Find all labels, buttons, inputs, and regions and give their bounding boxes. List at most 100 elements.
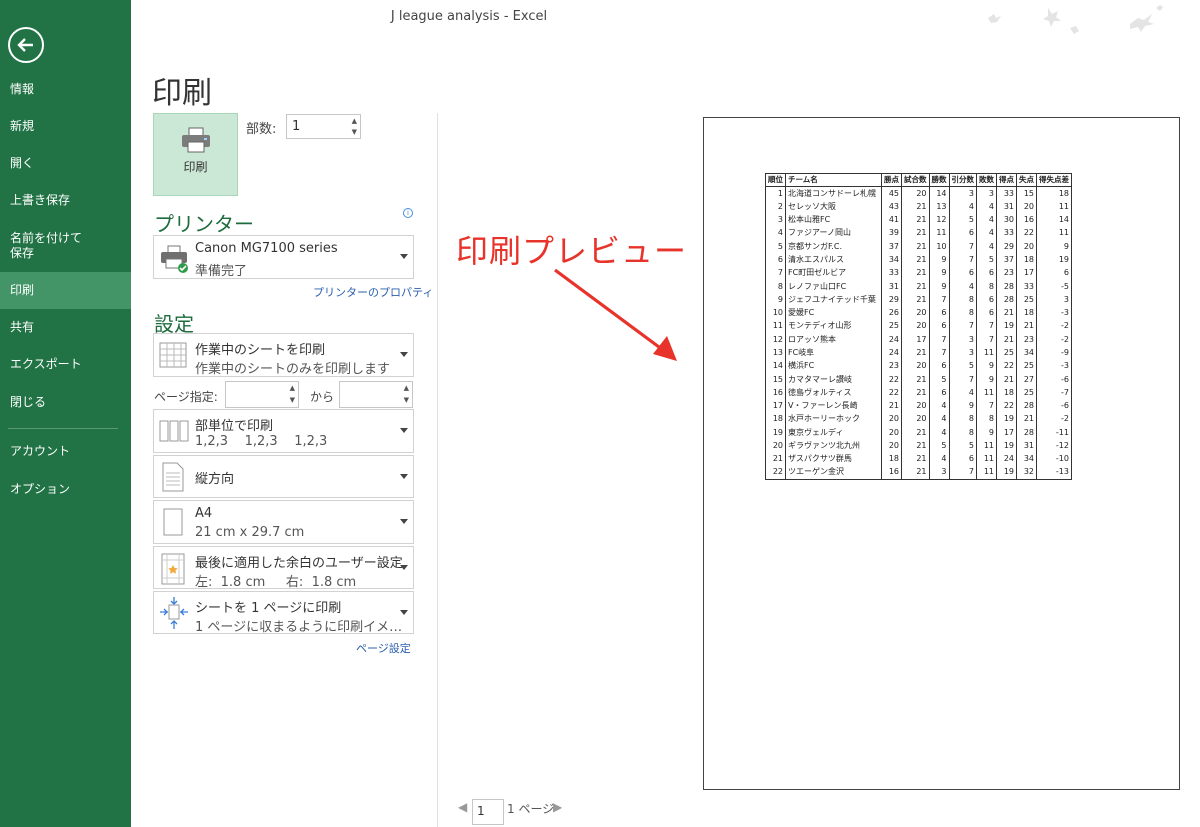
print-scope-main: 作業中のシートを印刷 [195, 343, 326, 358]
chevron-down-icon [400, 609, 408, 615]
printer-icon [182, 127, 210, 153]
table-row: 6 清水エスパルス 34 21 9 7 5 37 18 19 [765, 253, 1072, 267]
paper-size-dropdown[interactable]: A4 21 cm x 29.7 cm [153, 500, 414, 544]
orientation-value: 縦方向 [195, 472, 235, 487]
table-row: 3 松本山雅FC 41 21 12 5 4 30 16 14 [765, 213, 1072, 227]
table-cell: 7 [948, 253, 977, 267]
table-cell: 23 [1016, 333, 1037, 347]
page-setup-link[interactable]: ページ設定 [356, 640, 411, 656]
printer-header: プリンター [154, 212, 254, 236]
table-cell: 33 [996, 226, 1017, 240]
table-cell: 5 [976, 253, 997, 267]
nav-export[interactable]: エクスポート [0, 357, 131, 372]
table-row: 11 モンテディオ山形 25 20 6 7 7 19 21 -2 [765, 319, 1072, 334]
table-cell: 17 [996, 426, 1017, 440]
table-cell: 11 [976, 386, 997, 400]
table-cell: 16 [765, 386, 786, 400]
print-scope-dropdown[interactable]: 作業中のシートを印刷 作業中のシートのみを印刷します [153, 333, 414, 377]
paper-icon [163, 508, 183, 536]
table-cell: 17 [901, 333, 930, 347]
printer-dropdown[interactable]: Canon MG7100 series 準備完了 [153, 235, 414, 279]
info-icon[interactable]: i [403, 208, 413, 218]
nav-save[interactable]: 上書き保存 [0, 193, 131, 208]
table-cell: ロアッソ熊本 [785, 333, 882, 347]
table-cell: 9 [928, 253, 950, 267]
back-arrow-icon [17, 38, 33, 52]
table-cell: 4 [928, 426, 950, 440]
orientation-dropdown[interactable]: 縦方向 [153, 455, 414, 498]
table-cell: 20 [881, 439, 902, 453]
table-cell: 33 [1016, 279, 1037, 294]
chevron-down-icon [400, 564, 408, 570]
table-cell: 4 [928, 412, 950, 427]
next-page-icon[interactable]: ▶ [553, 800, 562, 814]
nav-open[interactable]: 開く [0, 156, 131, 171]
copies-input[interactable]: 1 ▲ ▼ [286, 114, 361, 139]
nav-account[interactable]: アカウント [0, 444, 131, 459]
table-cell: 26 [881, 306, 902, 320]
table-cell: 21 [901, 253, 930, 267]
print-button[interactable]: 印刷 [153, 113, 238, 196]
table-cell: 31 [1016, 439, 1037, 453]
spin-up-icon[interactable]: ▲ [404, 384, 409, 392]
nav-info[interactable]: 情報 [0, 82, 131, 97]
nav-share[interactable]: 共有 [0, 320, 131, 335]
back-button[interactable] [8, 27, 44, 63]
page-to-input[interactable]: ▲ ▼ [339, 381, 413, 408]
spin-up-icon[interactable]: ▲ [352, 117, 357, 125]
table-cell: 7 [976, 319, 997, 334]
copies-value: 1 [292, 119, 301, 134]
table-cell: 27 [1016, 372, 1037, 387]
table-cell: 18 [881, 452, 902, 467]
table-row: 7 FC町田ゼルビア 33 21 9 6 6 23 17 6 [765, 266, 1072, 280]
table-cell: 6 [928, 359, 950, 373]
spin-down-icon[interactable]: ▼ [404, 396, 409, 404]
table-cell: 25 [996, 346, 1017, 360]
collate-dropdown[interactable]: 部単位で印刷 1,2,3 1,2,3 1,2,3 [153, 409, 414, 453]
table-cell: 11 [976, 452, 997, 467]
nav-close[interactable]: 閉じる [0, 395, 131, 410]
table-cell: 11 [976, 439, 997, 453]
table-cell: 11 [1036, 200, 1072, 214]
table-cell: 21 [996, 306, 1017, 320]
nav-save-as-line2: 保存 [10, 246, 35, 260]
table-cell: 24 [996, 452, 1017, 467]
nav-save-as[interactable]: 名前を付けて 保存 [0, 231, 131, 261]
table-cell: -6 [1036, 399, 1072, 413]
table-cell: 6 [976, 266, 997, 280]
table-cell: 7 [948, 319, 977, 334]
table-cell: 22 [881, 372, 902, 387]
table-cell: 4 [976, 200, 997, 214]
preview-sheet-table: 順位 チーム名 勝点 試合数 勝数 引分数 敗数 得点 失点 得失点差 1 北海道… [765, 172, 1072, 480]
nav-options[interactable]: オプション [0, 482, 131, 497]
collate-icon [159, 420, 189, 442]
table-cell: 11 [765, 319, 786, 334]
table-cell: 20 [901, 319, 930, 334]
table-cell: 10 [928, 239, 950, 254]
table-cell: 22 [765, 466, 786, 480]
fit-to-page-icon [160, 597, 188, 629]
scaling-dropdown[interactable]: シートを 1 ページに印刷 1 ページに収まるように印刷イメ… [153, 591, 414, 635]
table-cell: 19 [996, 319, 1017, 334]
margins-dropdown[interactable]: 最後に適用した余白のユーザー設定 左: 1.8 cm 右: 1.8 cm [153, 546, 414, 590]
spin-down-icon[interactable]: ▼ [290, 396, 295, 404]
spin-up-icon[interactable]: ▲ [290, 384, 295, 392]
table-cell: 20 [765, 439, 786, 453]
page-number-input[interactable]: 1 [472, 799, 504, 825]
printer-properties-link[interactable]: プリンターのプロパティ [313, 284, 433, 300]
table-cell: 5 [928, 439, 950, 453]
table-row: 10 愛媛FC 26 20 6 8 6 21 18 -3 [765, 306, 1072, 320]
table-cell: 21 [901, 426, 930, 440]
nav-new[interactable]: 新規 [0, 119, 131, 134]
table-cell: 19 [996, 439, 1017, 453]
table-cell: 5 [948, 359, 977, 373]
table-cell: 32 [1016, 466, 1037, 480]
prev-page-icon[interactable]: ◀ [458, 800, 467, 814]
spin-down-icon[interactable]: ▼ [352, 128, 357, 136]
table-cell: 愛媛FC [785, 306, 882, 320]
table-row: 9 ジェフユナイテッド千葉 29 21 7 8 6 28 25 3 [765, 293, 1072, 307]
page-from-input[interactable]: ▲ ▼ [225, 381, 299, 408]
table-cell: 4 [976, 213, 997, 227]
nav-print[interactable]: 印刷 [0, 272, 131, 309]
table-cell: 松本山雅FC [785, 213, 882, 227]
